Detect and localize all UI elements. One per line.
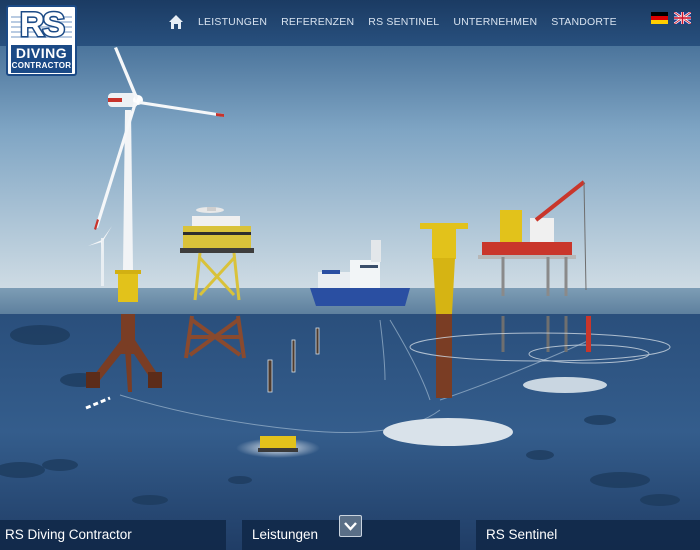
nav-item-unternehmen[interactable]: UNTERNEHMEN	[453, 16, 537, 28]
mooring-buoy-chain	[586, 316, 591, 352]
expand-toggle-button[interactable]	[339, 515, 362, 537]
uk-flag-icon[interactable]	[674, 12, 691, 24]
scour-protection	[383, 418, 513, 446]
rs-diving-contractor-logo[interactable]: RS DIVING CONTRACTOR	[6, 5, 77, 76]
logo-contractor-text: CONTRACTOR	[11, 61, 72, 70]
bottom-tab-rs-diving-contractor[interactable]: RS Diving Contractor	[0, 520, 226, 550]
language-switcher	[651, 12, 691, 24]
nav-item-referenzen[interactable]: REFERENZEN	[281, 16, 354, 28]
offshore-wind-scene-illustration	[0, 0, 700, 550]
logo-band: DIVING CONTRACTOR	[11, 45, 72, 73]
bottom-tab-rs-sentinel[interactable]: RS Sentinel	[476, 520, 700, 550]
nav-item-leistungen[interactable]: LEISTUNGEN	[198, 16, 267, 28]
nav-item-standorte[interactable]: STANDORTE	[551, 16, 617, 28]
logo-rs-text: RS	[18, 6, 66, 44]
german-flag-icon[interactable]	[651, 12, 668, 24]
nav-item-rs-sentinel[interactable]: RS SENTINEL	[368, 16, 439, 28]
logo-diving-text: DIVING	[15, 45, 68, 61]
home-icon[interactable]	[168, 14, 184, 30]
chevron-down-icon	[344, 522, 357, 531]
main-navigation: LEISTUNGEN REFERENZEN RS SENTINEL UNTERN…	[168, 12, 631, 32]
rock-dump	[523, 377, 607, 393]
